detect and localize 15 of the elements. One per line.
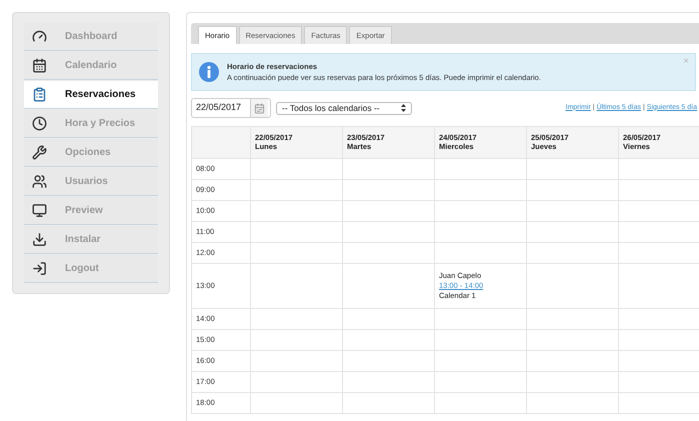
exit-icon — [32, 261, 47, 276]
calendar-icon — [32, 58, 47, 73]
sidebar-item[interactable]: Reservaciones — [24, 81, 158, 109]
monitor-icon — [32, 203, 47, 218]
clock-icon — [32, 116, 47, 131]
calendar-icon — [250, 99, 268, 117]
calendar-select[interactable]: -- Todos los calendarios -- — [276, 102, 412, 114]
wrench-icon — [32, 145, 47, 160]
download-icon — [32, 232, 47, 247]
info-icon — [199, 62, 219, 82]
users-icon — [32, 174, 47, 189]
date-field[interactable]: 22/05/2017 — [191, 98, 271, 118]
sort-arrows-icon — [401, 104, 406, 112]
clipboard-icon — [32, 87, 47, 102]
gauge-icon — [32, 29, 47, 44]
